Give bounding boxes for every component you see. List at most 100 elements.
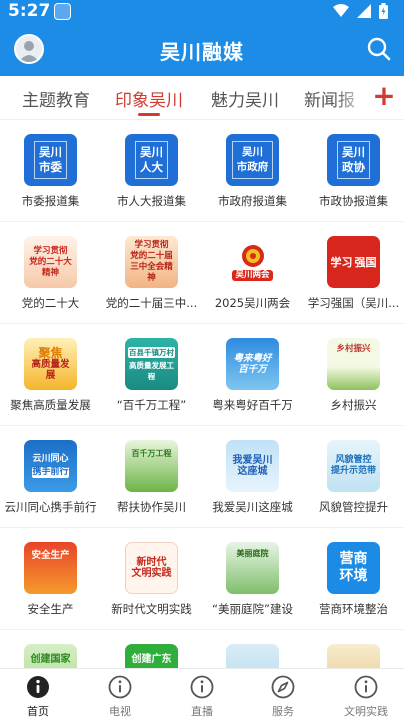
tile-beautiful-courtyard: 美丽庭院 [226,542,279,594]
nav-label: 首页 [27,705,49,718]
grid-item-20th-congress[interactable]: 学习贯彻 党的二十大精神 党的二十大 [0,222,101,324]
grid-item-style-control[interactable]: 风貌管控 提升示范带 风貌管控提升 [303,426,404,528]
tile-style-control: 风貌管控 提升示范带 [327,440,380,492]
grid-row: 创建国家 创建广东 [0,630,404,668]
tile-third-plenary: 学习贯彻 党的二十届 三中全会精神 [125,236,178,288]
grid-item-yue-lai-yue-hao[interactable]: 粤来粤好 百千万 粤来粤好百千万 [202,324,303,426]
grid-item-label: 聚焦高质量发展 [10,398,91,412]
grid-row: 云川同心 携手前行 云川同心携手前行 百千万工程 帮扶协作吴川 我爱吴川 这座城 我… [0,426,404,528]
info-circle-icon [354,675,378,699]
bottom-nav: 首页 电视 直播 服务 文明实践 [0,668,404,721]
grid-item-label: 党的二十大 [21,296,80,310]
tabs-fade [334,76,370,119]
grid-item-label: 市人大报道集 [117,194,186,208]
grid-item-gold-tile[interactable] [303,630,404,668]
tile-two-sessions: 吴川两会 [226,236,279,288]
grid-item-quality-development[interactable]: 聚焦 高质量发展 聚焦高质量发展 [0,324,101,426]
nav-services[interactable]: 服务 [243,669,323,721]
grid-item-sky-tile[interactable] [202,630,303,668]
tile-20th-congress: 学习贯彻 党的二十大精神 [24,236,77,288]
tile-work-safety: 安全生产 [24,542,77,594]
grid-item-label: 学习强国（吴川... [307,296,400,310]
nav-label: 电视 [109,705,131,718]
grid-item-label: 新时代文明实践 [111,602,192,616]
active-tab-indicator [138,113,160,116]
compass-icon [271,675,295,699]
info-circle-icon [190,675,214,699]
signal-icon [357,4,371,18]
emblem-icon [241,244,264,267]
grid-item-yunchuan-together[interactable]: 云川同心 携手前行 云川同心携手前行 [0,426,101,528]
grid-item-cppcc[interactable]: 吴川 政协 市政协报道集 [303,120,404,222]
grid-item-label: 粤来粤好百千万 [212,398,293,412]
add-channel-icon[interactable]: + [372,82,396,112]
grid-item-label: 乡村振兴 [330,398,377,412]
app-notification-icon [54,3,71,20]
grid-item-rural-revitalization[interactable]: 乡村振兴 乡村振兴 [303,324,404,426]
tile-yunchuan-together: 云川同心 携手前行 [24,440,77,492]
status-icons [333,3,388,19]
nav-label: 服务 [272,705,294,718]
grid-row: 吴川 市委 市委报道集 吴川 人大 市人大报道集 吴川 市政府 市政府报道集 吴川 政协… [0,120,404,222]
grid-row: 聚焦 高质量发展 聚焦高质量发展 百县千镇万村 高质量发展工程 “百千万工程” 粤来… [0,324,404,426]
tile-create-guangdong: 创建广东 [125,644,178,668]
tile-yue-lai-yue-hao: 粤来粤好 百千万 [226,338,279,390]
grid-item-label: “美丽庭院”建设 [212,602,293,616]
info-circle-icon [108,675,132,699]
battery-icon [379,3,388,19]
grid-item-label: 市委报道集 [21,194,80,208]
tile-municipal-government: 吴川 市政府 [226,134,279,186]
tile-xuexi-qiangguo: 学习 强国 [327,236,380,288]
nav-home[interactable]: 首页 [0,669,78,721]
grid-item-business-environment[interactable]: 营商 环境 营商环境整治 [303,528,404,630]
grid-item-civilization-practice[interactable]: 新时代 文明实践 新时代文明实践 [101,528,202,630]
status-time: 5:27 [8,1,51,21]
grid-item-assistance-cooperation[interactable]: 百千万工程 帮扶协作吴川 [101,426,202,528]
tab-theme-education[interactable]: 主题教育 [22,86,90,111]
grid-item-label: 风貌管控提升 [319,500,388,514]
tab-charm-wuchuan[interactable]: 魅力吴川 [211,86,279,111]
grid-item-label: 我爱吴川这座城 [212,500,293,514]
grid-item-two-sessions[interactable]: 吴川两会 2025吴川两会 [202,222,303,324]
grid-item-label: 安全生产 [27,602,74,616]
nav-civilization[interactable]: 文明实践 [326,669,404,721]
grid-item-beautiful-courtyard[interactable]: 美丽庭院 “美丽庭院”建设 [202,528,303,630]
info-circle-icon [27,676,49,698]
grid-item-label: 市政协报道集 [319,194,388,208]
grid-item-create-guangdong[interactable]: 创建广东 [101,630,202,668]
grid-item-municipal-committee[interactable]: 吴川 市委 市委报道集 [0,120,101,222]
wifi-icon [333,4,349,17]
grid-item-xuexi-qiangguo[interactable]: 学习 强国 学习强国（吴川... [303,222,404,324]
tile-peoples-congress: 吴川 人大 [125,134,178,186]
tile-civilization-practice: 新时代 文明实践 [125,542,178,594]
nav-label: 直播 [191,705,213,718]
app-header: 吴川融媒 [0,24,404,76]
grid-item-third-plenary[interactable]: 学习贯彻 党的二十届 三中全会精神 党的二十届三中... [101,222,202,324]
grid-item-bqw-project[interactable]: 百县千镇万村 高质量发展工程 “百千万工程” [101,324,202,426]
search-icon[interactable] [366,36,392,62]
grid-item-label: 党的二十届三中... [105,296,198,310]
tile-municipal-committee: 吴川 市委 [24,134,77,186]
tile-quality-development: 聚焦 高质量发展 [24,338,77,390]
grid-item-peoples-congress[interactable]: 吴川 人大 市人大报道集 [101,120,202,222]
tile-create-national: 创建国家 [24,644,77,668]
channel-grid: 吴川 市委 市委报道集 吴川 人大 市人大报道集 吴川 市政府 市政府报道集 吴川 政协… [0,120,404,668]
nav-tv[interactable]: 电视 [80,669,160,721]
grid-item-love-wuchuan[interactable]: 我爱吴川 这座城 我爱吴川这座城 [202,426,303,528]
grid-row: 学习贯彻 党的二十大精神 党的二十大 学习贯彻 党的二十届 三中全会精神 党的二十届三… [0,222,404,324]
nav-live[interactable]: 直播 [162,669,242,721]
grid-item-work-safety[interactable]: 安全生产 安全生产 [0,528,101,630]
grid-item-label: 帮扶协作吴川 [117,500,186,514]
grid-item-label: 营商环境整治 [319,602,388,616]
grid-item-label: 云川同心携手前行 [4,500,97,514]
tile-assistance-cooperation: 百千万工程 [125,440,178,492]
nav-label: 文明实践 [344,705,388,718]
tile-business-environment: 营商 环境 [327,542,380,594]
channel-tabs: 主题教育 印象吴川 魅力吴川 新闻报 + [0,76,404,120]
grid-item-create-national[interactable]: 创建国家 [0,630,101,668]
grid-item-municipal-government[interactable]: 吴川 市政府 市政府报道集 [202,120,303,222]
grid-item-label: 2025吴川两会 [214,296,291,310]
tile-bqw-project: 百县千镇万村 高质量发展工程 [125,338,178,390]
app-title: 吴川融媒 [160,40,244,64]
tab-impression-wuchuan[interactable]: 印象吴川 [115,86,183,111]
